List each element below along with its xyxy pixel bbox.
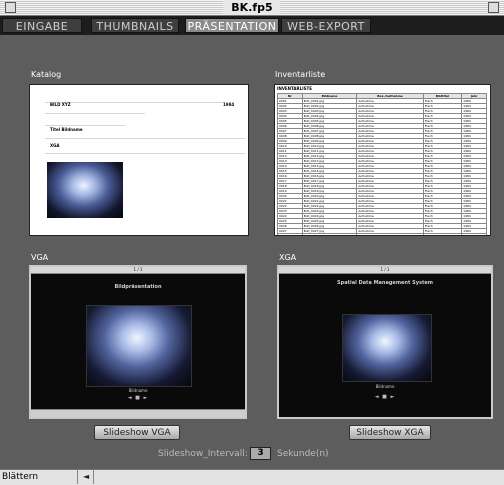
interval-label: Slideshow_Intervall:	[158, 449, 248, 459]
xga-caption: Bildname	[375, 384, 395, 389]
catalog-label: Katalog	[31, 70, 62, 79]
status-divider	[93, 470, 94, 484]
vga-window-bar: 1 / 1	[31, 267, 245, 274]
catalog-line-7: XGA	[50, 143, 60, 148]
catalog-rule	[45, 153, 245, 154]
xga-window-title: 1 / 1	[380, 267, 390, 272]
xga-heading: Spatial Data Management System	[337, 280, 433, 286]
zoom-box[interactable]	[488, 2, 499, 13]
inventory-label: Inventarliste	[275, 70, 326, 79]
vga-window-title: 1 / 1	[133, 267, 143, 272]
vga-status-strip	[31, 409, 245, 417]
xga-image	[342, 314, 432, 382]
vga-nav-controls[interactable]: ◄ ■ ►	[31, 395, 245, 401]
catalog-thumbnail	[47, 162, 123, 218]
xga-preview[interactable]: 1 / 1 Spatial Data Management System Bil…	[277, 265, 493, 419]
catalog-rule	[45, 138, 245, 139]
slideshow-xga-button[interactable]: Slideshow XGA	[349, 425, 431, 440]
vga-image	[86, 305, 192, 387]
vga-preview[interactable]: 1 / 1 Bildpräsentation Bildname ◄ ■ ►	[29, 265, 247, 419]
inventory-title: INVENTARLISTE	[277, 86, 312, 91]
window-title: BK.fp5	[223, 0, 281, 15]
vga-caption: Bildname	[128, 388, 148, 393]
xga-nav-controls[interactable]: ◄ ■ ►	[279, 394, 491, 400]
catalog-preview[interactable]: BILD XYZ 1984 Titel Bildname XGA	[29, 84, 249, 236]
catalog-rule	[45, 102, 225, 103]
slideshow-vga-button[interactable]: Slideshow VGA	[94, 425, 180, 440]
status-bar: Blättern ◄	[0, 469, 504, 485]
catalog-line-3: 1984	[223, 102, 235, 107]
xga-window-bar: 1 / 1	[279, 267, 491, 274]
inventory-table: Nr Bildname Bez./Aufnahme Bildtitel Jahr…	[277, 93, 487, 235]
inventory-cell: 0028	[277, 233, 303, 235]
interval-unit: Sekunde(n)	[277, 449, 329, 459]
tab-eingabe[interactable]: EINGABE	[2, 18, 82, 33]
tab-thumbnails[interactable]: THUMBNAILS	[91, 18, 179, 33]
close-box[interactable]	[5, 2, 16, 13]
catalog-rule	[45, 125, 125, 126]
status-divider	[77, 470, 78, 484]
xga-label: XGA	[279, 253, 297, 262]
interval-input[interactable]: 3	[250, 447, 271, 460]
catalog-line-1: BILD XYZ	[50, 102, 71, 107]
tab-bar: EINGABE THUMBNAILS PRÄSENTATION WEB-EXPO…	[0, 16, 504, 35]
catalog-rule	[45, 113, 145, 114]
inventory-preview[interactable]: INVENTARLISTE Nr Bildname Bez./Aufnahme …	[274, 84, 491, 236]
window-title-bar[interactable]: BK.fp5	[0, 0, 504, 16]
tab-praesentation[interactable]: PRÄSENTATION	[185, 18, 279, 33]
inventory-cell: Flach	[422, 233, 463, 235]
tab-web-export[interactable]: WEB-EXPORT	[281, 18, 371, 33]
scroll-left-arrow-icon[interactable]: ◄	[83, 470, 89, 484]
vga-heading: Bildpräsentation	[114, 284, 162, 290]
vga-label: VGA	[31, 253, 49, 262]
inventory-cell: Aufnahme	[356, 233, 424, 235]
inventory-cell: Bild_0028.jpg	[301, 233, 358, 235]
inventory-cell: 1984	[461, 233, 487, 235]
inventory-row: 0028 Bild_0028.jpg Aufnahme Flach 1984	[277, 233, 487, 235]
catalog-line-5: Titel Bildname	[50, 127, 83, 132]
mode-selector[interactable]: Blättern	[2, 470, 38, 484]
